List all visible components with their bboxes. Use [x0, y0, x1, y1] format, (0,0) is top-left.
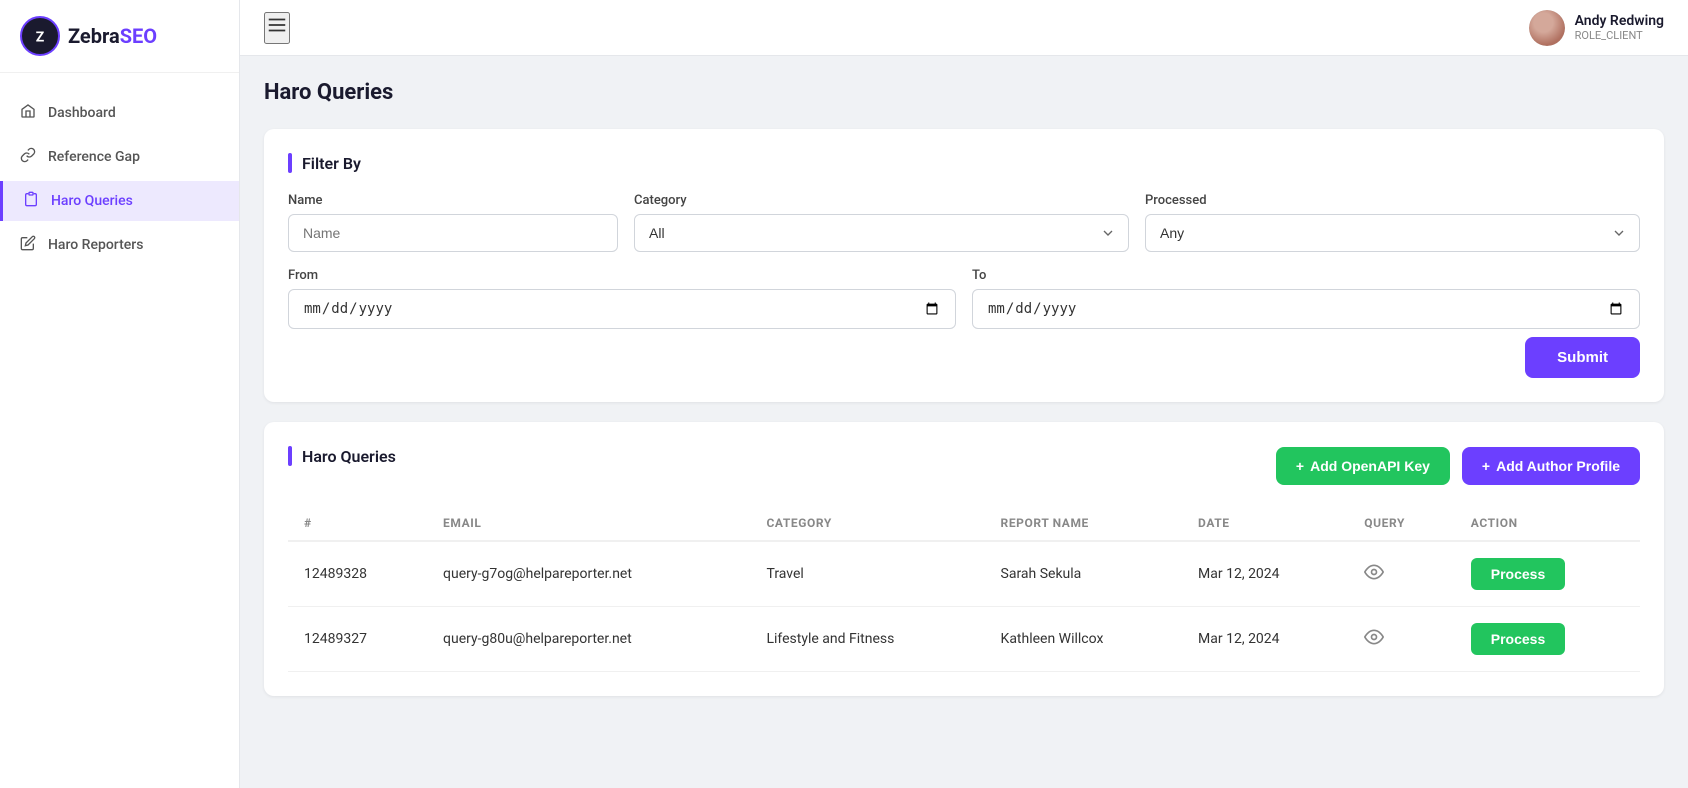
submit-button[interactable]: Submit	[1525, 337, 1640, 378]
queries-section-bar	[288, 446, 292, 466]
from-date-field: From	[288, 268, 956, 329]
cell-category-1: Travel	[750, 541, 984, 607]
to-label: To	[972, 268, 1640, 283]
section-bar	[288, 153, 292, 173]
col-email: EMAIL	[427, 506, 750, 541]
home-icon	[20, 103, 36, 123]
clipboard-icon	[23, 191, 39, 211]
sidebar-item-dashboard-label: Dashboard	[48, 105, 116, 121]
filter-actions: Submit	[288, 329, 1640, 378]
table-header: Haro Queries + Add OpenAPI Key + Add Aut…	[288, 446, 1640, 486]
to-date-field: To	[972, 268, 1640, 329]
filter-row-1: Name Category All Travel Lifestyle and F…	[288, 193, 1640, 252]
table-body: 12489328 query-g7og@helpareporter.net Tr…	[288, 541, 1640, 672]
add-openapi-button[interactable]: + Add OpenAPI Key	[1276, 447, 1450, 485]
logo-seo: SEO	[120, 24, 157, 48]
cell-action-1: Process	[1455, 541, 1640, 607]
cell-date-1: Mar 12, 2024	[1182, 541, 1348, 607]
cell-id-2: 12489327	[288, 607, 427, 672]
sidebar-item-haro-queries[interactable]: Haro Queries	[0, 181, 239, 221]
from-date-input[interactable]	[288, 289, 956, 329]
sidebar-item-haro-queries-label: Haro Queries	[51, 193, 133, 209]
cell-action-2: Process	[1455, 607, 1640, 672]
sidebar-item-dashboard[interactable]: Dashboard	[0, 93, 239, 133]
cell-report-1: Sarah Sekula	[985, 541, 1183, 607]
main: Andy Redwing ROLE_CLIENT Haro Queries Fi…	[240, 0, 1688, 788]
category-field: Category All Travel Lifestyle and Fitnes…	[634, 193, 1129, 252]
col-action: ACTION	[1455, 506, 1640, 541]
plus-icon-author: +	[1482, 458, 1490, 474]
page-title: Haro Queries	[264, 80, 1664, 105]
user-role: ROLE_CLIENT	[1575, 29, 1664, 42]
to-date-input[interactable]	[972, 289, 1640, 329]
queries-section-title: Haro Queries	[288, 446, 396, 466]
logo-text: ZebraSEO	[68, 24, 157, 48]
cell-id-1: 12489328	[288, 541, 427, 607]
processed-label: Processed	[1145, 193, 1640, 208]
table-head: # EMAIL CATEGORY REPORT NAME DATE QUERY …	[288, 506, 1640, 541]
table-row: 12489327 query-g80u@helpareporter.net Li…	[288, 607, 1640, 672]
filter-row-2: From To	[288, 268, 1640, 329]
user-details: Andy Redwing ROLE_CLIENT	[1575, 13, 1664, 42]
processed-field: Processed Any Yes No	[1145, 193, 1640, 252]
col-date: DATE	[1182, 506, 1348, 541]
col-hash: #	[288, 506, 427, 541]
user-name: Andy Redwing	[1575, 13, 1664, 29]
process-button-1[interactable]: Process	[1471, 558, 1565, 590]
queries-title-label: Haro Queries	[302, 447, 396, 466]
cell-query-2	[1348, 607, 1455, 672]
logo: Z ZebraSEO	[0, 0, 239, 73]
from-label: From	[288, 268, 956, 283]
avatar-image	[1529, 10, 1565, 46]
queries-card: Haro Queries + Add OpenAPI Key + Add Aut…	[264, 422, 1664, 696]
table-header-row: # EMAIL CATEGORY REPORT NAME DATE QUERY …	[288, 506, 1640, 541]
name-input[interactable]	[288, 214, 618, 252]
filter-title-label: Filter By	[302, 154, 361, 173]
table-actions: + Add OpenAPI Key + Add Author Profile	[1276, 447, 1640, 485]
add-author-label: Add Author Profile	[1496, 458, 1620, 474]
user-info: Andy Redwing ROLE_CLIENT	[1529, 10, 1664, 46]
logo-zebra: Zebra	[68, 24, 120, 48]
cell-date-2: Mar 12, 2024	[1182, 607, 1348, 672]
name-field: Name	[288, 193, 618, 252]
sidebar-item-haro-reporters[interactable]: Haro Reporters	[0, 225, 239, 265]
view-icon-1[interactable]	[1364, 566, 1384, 587]
col-query: QUERY	[1348, 506, 1455, 541]
content: Haro Queries Filter By Name Category All	[240, 56, 1688, 788]
filter-grid: Name Category All Travel Lifestyle and F…	[288, 193, 1640, 329]
category-label: Category	[634, 193, 1129, 208]
cell-category-2: Lifestyle and Fitness	[750, 607, 984, 672]
cell-email-2: query-g80u@helpareporter.net	[427, 607, 750, 672]
col-category: CATEGORY	[750, 506, 984, 541]
sidebar-item-reference-gap[interactable]: Reference Gap	[0, 137, 239, 177]
avatar	[1529, 10, 1565, 46]
table-row: 12489328 query-g7og@helpareporter.net Tr…	[288, 541, 1640, 607]
queries-table: # EMAIL CATEGORY REPORT NAME DATE QUERY …	[288, 506, 1640, 672]
menu-button[interactable]	[264, 12, 290, 44]
cell-query-1	[1348, 541, 1455, 607]
filter-card: Filter By Name Category All Travel Lifes…	[264, 129, 1664, 402]
category-select[interactable]: All Travel Lifestyle and Fitness Busines…	[634, 214, 1129, 252]
process-button-2[interactable]: Process	[1471, 623, 1565, 655]
plus-icon-openapi: +	[1296, 458, 1304, 474]
processed-select[interactable]: Any Yes No	[1145, 214, 1640, 252]
edit-icon	[20, 235, 36, 255]
sidebar-item-reference-gap-label: Reference Gap	[48, 149, 140, 165]
link-icon	[20, 147, 36, 167]
name-label: Name	[288, 193, 618, 208]
sidebar-nav: Dashboard Reference Gap Haro Queries Har…	[0, 73, 239, 285]
col-report-name: REPORT NAME	[985, 506, 1183, 541]
svg-text:Z: Z	[36, 30, 45, 46]
filter-section-title: Filter By	[288, 153, 1640, 173]
cell-email-1: query-g7og@helpareporter.net	[427, 541, 750, 607]
sidebar: Z ZebraSEO Dashboard Reference Gap Haro …	[0, 0, 240, 788]
logo-icon: Z	[20, 16, 60, 56]
cell-report-2: Kathleen Willcox	[985, 607, 1183, 672]
add-author-button[interactable]: + Add Author Profile	[1462, 447, 1640, 485]
header: Andy Redwing ROLE_CLIENT	[240, 0, 1688, 56]
sidebar-item-haro-reporters-label: Haro Reporters	[48, 237, 143, 253]
add-openapi-label: Add OpenAPI Key	[1310, 458, 1430, 474]
view-icon-2[interactable]	[1364, 631, 1384, 652]
